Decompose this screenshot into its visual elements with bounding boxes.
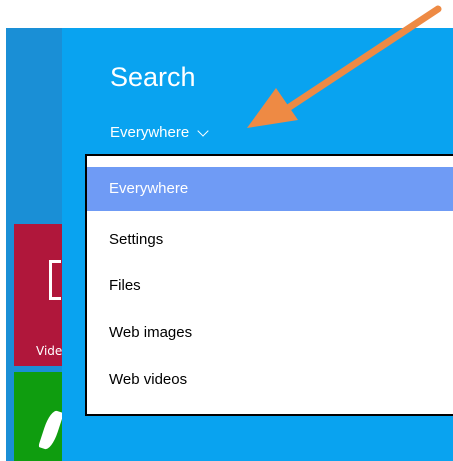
chevron-down-icon (197, 124, 209, 137)
leaf-icon (38, 408, 64, 452)
screenshot-frame: Vide Search Everywhere Everywhere Settin… (0, 0, 453, 461)
dropdown-option-everywhere[interactable]: Everywhere (87, 167, 453, 211)
dropdown-option-files[interactable]: Files (87, 264, 453, 308)
video-icon (49, 260, 61, 300)
search-scope-dropdown: Everywhere Settings Files Web images Web… (85, 154, 453, 416)
dropdown-option-settings[interactable]: Settings (87, 218, 453, 262)
dropdown-option-web-videos[interactable]: Web videos (87, 358, 453, 402)
video-tile[interactable]: Vide (14, 224, 62, 366)
dropdown-option-web-images[interactable]: Web images (87, 311, 453, 355)
video-tile-label: Vide (36, 344, 63, 358)
green-app-tile[interactable] (14, 372, 64, 461)
search-scope-selector[interactable]: Everywhere (110, 124, 209, 141)
search-title: Search (110, 62, 196, 92)
search-scope-label: Everywhere (110, 124, 190, 141)
